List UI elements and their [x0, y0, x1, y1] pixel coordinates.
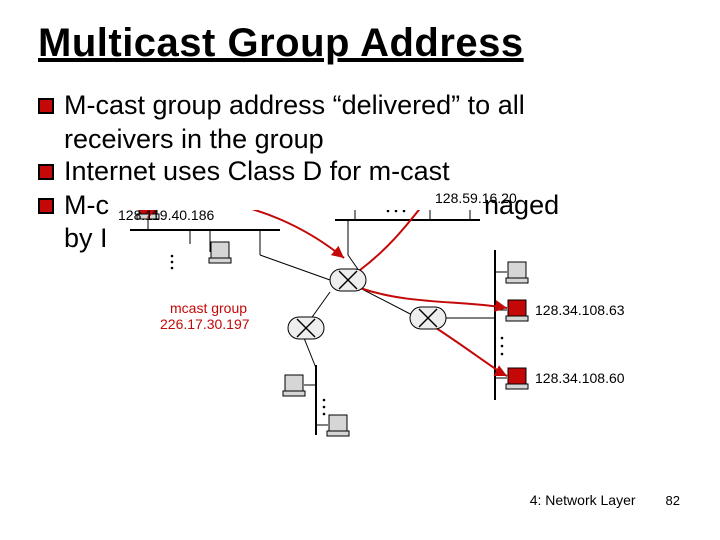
diagram-ip-label: 128.119.40.186 [118, 207, 214, 223]
diagram-ip-label: 128.34.108.60 [535, 370, 625, 386]
page-title: Multicast Group Address [38, 22, 682, 64]
footer-page-number: 82 [666, 493, 680, 508]
slide-footer: 4: Network Layer 82 [530, 492, 680, 508]
bullet-marker-icon [38, 98, 56, 116]
footer-section: 4: Network Layer [530, 492, 636, 508]
bullet-text: M-cast group address “delivered” to all [64, 90, 682, 122]
multicast-diagram: 128.119.40.186 128.59.16.20 128.34.108.6… [100, 210, 560, 440]
slide: Multicast Group Address M-cast group add… [0, 0, 720, 540]
bullet-marker-icon [38, 164, 56, 182]
mcast-group-label-line1: mcast group [170, 300, 247, 316]
bullet-continuation: receivers in the group [64, 124, 682, 156]
diagram-ip-label: 128.34.108.63 [535, 302, 625, 318]
bullet-text: Internet uses Class D for m-cast [64, 156, 682, 188]
bullet-item: M-cast group address “delivered” to all [38, 90, 682, 122]
diagram-ip-label: 128.59.16.20 [435, 190, 517, 206]
bullet-item: Internet uses Class D for m-cast [38, 156, 682, 188]
bullet-marker-icon [38, 198, 56, 216]
mcast-group-label-line2: 226.17.30.197 [160, 316, 250, 332]
